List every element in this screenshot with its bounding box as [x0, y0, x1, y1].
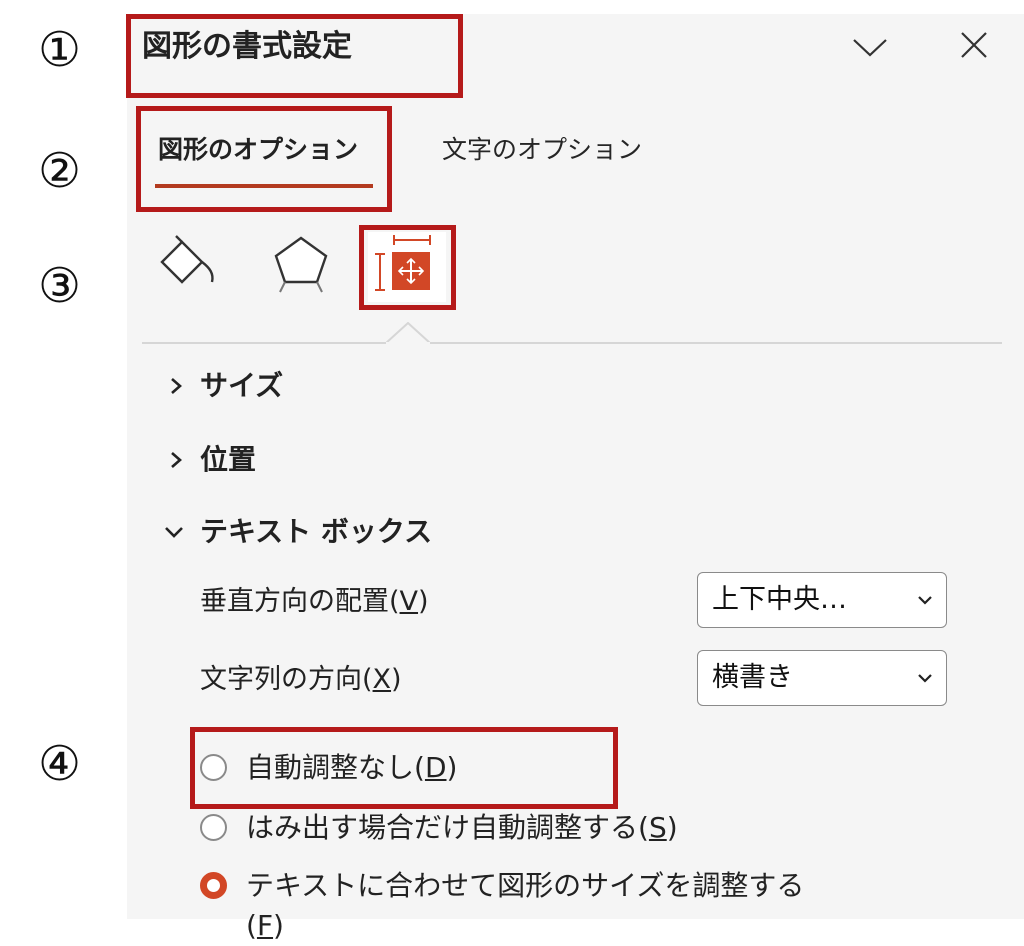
highlight-box-title [126, 14, 463, 98]
close-pane-button[interactable] [954, 28, 994, 64]
access-key: F [256, 909, 274, 942]
section-textbox[interactable]: テキスト ボックス [162, 512, 492, 552]
text-direction-dropdown[interactable]: 横書き [697, 650, 947, 706]
option-end: ) [273, 909, 284, 942]
marker-2: ② [38, 143, 82, 199]
text-direction-label: 文字列の方向(X) [200, 660, 402, 700]
section-textbox-label: テキスト ボックス [200, 515, 433, 548]
radio-button[interactable] [200, 814, 227, 841]
marker-1: ① [38, 22, 82, 78]
chevron-right-icon [171, 378, 182, 394]
vertical-align-value: 上下中央… [712, 584, 847, 615]
radio-resize-shape-to-fit-label: テキストに合わせて図形のサイズを調整する(F) [246, 866, 840, 946]
chevron-right-icon [171, 452, 182, 468]
highlight-box-tabs [136, 106, 392, 212]
option-text: テキストに合わせて図形のサイズを調整する( [246, 869, 805, 942]
fill-bucket-icon [160, 235, 214, 284]
collapse-pane-button[interactable] [850, 30, 890, 64]
label-end: ) [391, 664, 402, 695]
option-text: はみ出す場合だけ自動調整する( [246, 811, 649, 844]
section-size-label: サイズ [200, 369, 284, 402]
active-tab-pointer [386, 322, 430, 346]
radio-button-selected[interactable] [200, 872, 227, 899]
vertical-align-label: 垂直方向の配置(V) [200, 582, 429, 622]
highlight-box-no-autofit [190, 727, 618, 809]
vertical-align-label-text: 垂直方向の配置( [200, 586, 400, 617]
close-icon [961, 32, 987, 58]
section-position-label: 位置 [200, 443, 257, 476]
radio-resize-shape-to-fit[interactable]: テキストに合わせて図形のサイズを調整する(F) [200, 866, 840, 942]
radio-shrink-on-overflow-label: はみ出す場合だけ自動調整する(S) [246, 808, 678, 848]
tab-text-options[interactable]: 文字のオプション [442, 130, 642, 170]
highlight-box-size-tab [359, 225, 456, 310]
chevron-down-icon [165, 527, 183, 538]
fill-line-tab[interactable] [156, 232, 218, 294]
chevron-down-icon [853, 39, 887, 57]
chevron-down-icon [918, 674, 932, 683]
marker-4: ④ [38, 736, 82, 792]
option-end: ) [666, 811, 678, 844]
access-key: X [372, 664, 392, 695]
section-size[interactable]: サイズ [166, 366, 466, 406]
chevron-down-icon [918, 596, 932, 605]
effects-tab[interactable] [268, 232, 334, 294]
section-position[interactable]: 位置 [166, 440, 466, 480]
access-key: V [399, 586, 419, 617]
divider [142, 342, 1002, 344]
vertical-align-dropdown[interactable]: 上下中央… [697, 572, 947, 628]
text-direction-label-text: 文字列の方向( [200, 664, 373, 695]
marker-3: ③ [38, 258, 82, 314]
radio-shrink-on-overflow[interactable]: はみ出す場合だけ自動調整する(S) [200, 808, 760, 848]
text-direction-value: 横書き [712, 662, 793, 693]
pentagon-effects-icon [274, 236, 328, 293]
access-key: S [648, 811, 667, 844]
label-end: ) [418, 586, 429, 617]
